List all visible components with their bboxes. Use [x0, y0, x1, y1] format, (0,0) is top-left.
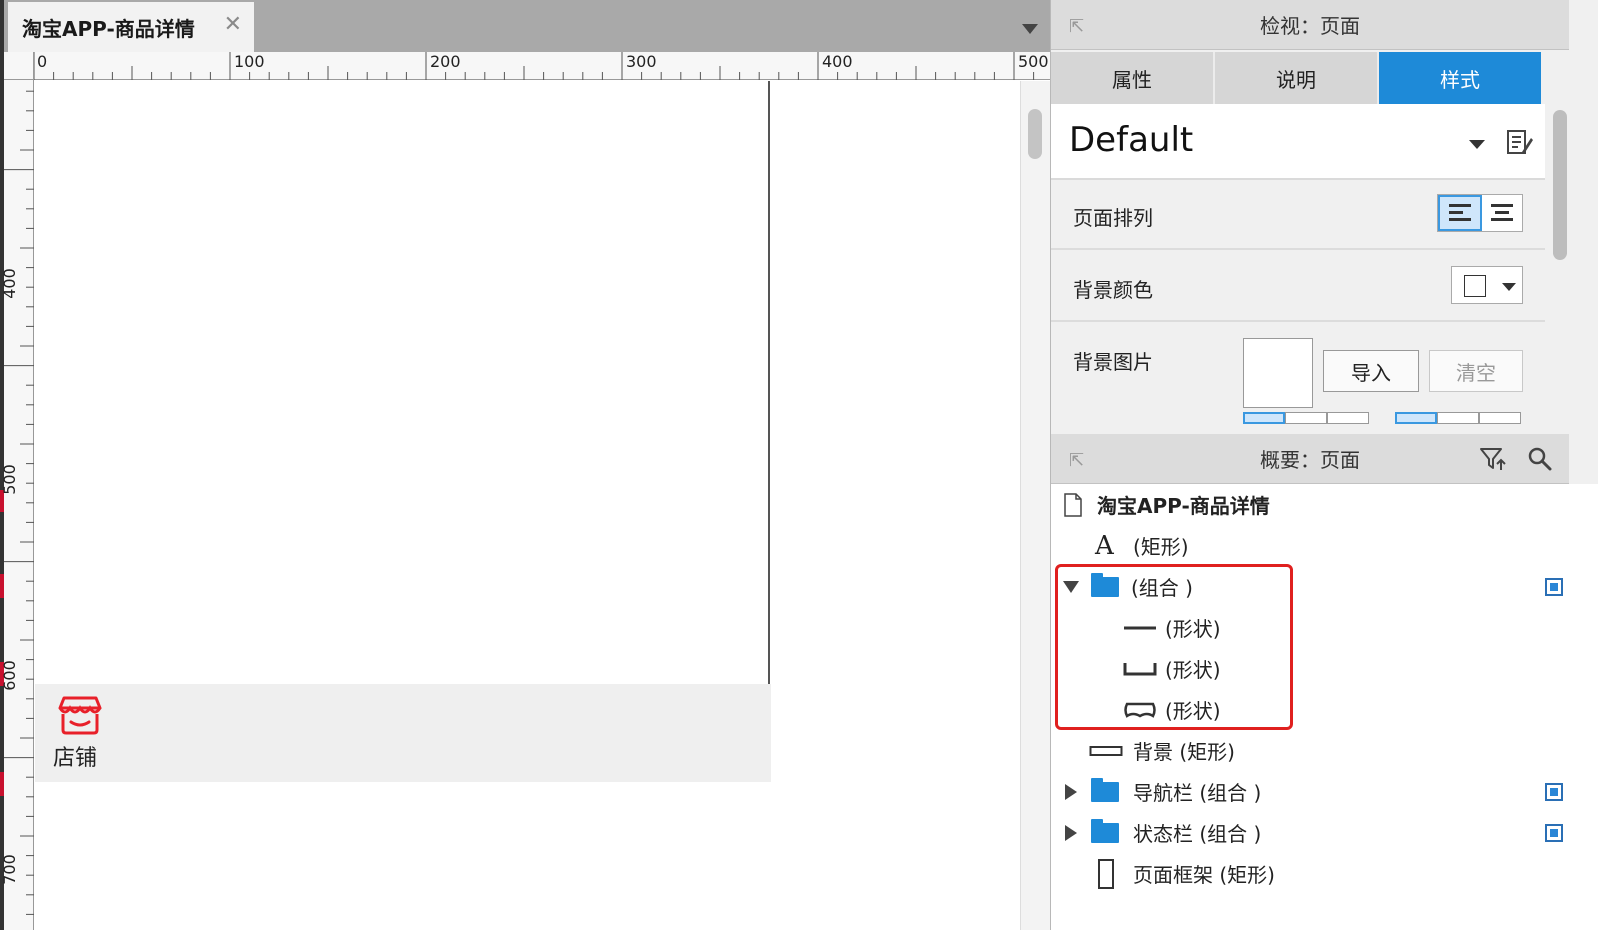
image-repeat-buttons: [1395, 412, 1521, 424]
tree-item-label: (矩形): [1133, 535, 1189, 559]
expand-toggle-icon[interactable]: [1065, 824, 1077, 841]
document-tab-title: 淘宝APP-商品详情: [22, 16, 195, 41]
filter-icon[interactable]: [1479, 446, 1507, 472]
text-icon: A: [1095, 530, 1114, 561]
color-swatch: [1464, 275, 1486, 297]
page-align-row: 页面排列: [1051, 180, 1545, 250]
import-button[interactable]: 导入: [1323, 350, 1419, 392]
panel-collapse-icon[interactable]: ⇱: [1069, 16, 1084, 37]
horizontal-ruler-ticks: [33, 52, 1035, 80]
tree-item-label: 导航栏 (组合 ): [1133, 781, 1262, 805]
outline-page-name: 淘宝APP-商品详情: [1097, 494, 1270, 518]
panel-collapse-icon[interactable]: ⇱: [1069, 450, 1084, 471]
ruler-label: 500: [0, 464, 19, 495]
close-tab-icon[interactable]: ✕: [224, 14, 242, 36]
selection-highlight: [1055, 564, 1293, 730]
page-align-label: 页面排列: [1073, 206, 1153, 230]
ruler-corner: [4, 52, 34, 80]
image-repeat-option[interactable]: [1479, 412, 1521, 424]
ruler-label: 400: [822, 52, 853, 71]
align-left-icon: [1449, 204, 1471, 221]
scrollbar-thumb[interactable]: [1553, 110, 1567, 260]
tab-style[interactable]: 样式: [1379, 52, 1541, 104]
ruler-label: 600: [0, 660, 19, 691]
ruler-label: 200: [430, 52, 461, 71]
tree-item[interactable]: A (矩形): [1051, 525, 1598, 566]
page-icon: [1064, 492, 1082, 517]
ruler-label: 700: [0, 854, 19, 885]
edit-style-icon[interactable]: [1505, 128, 1535, 158]
clear-button[interactable]: 清空: [1429, 350, 1523, 392]
bg-image-label: 背景图片: [1073, 350, 1153, 374]
page-width-guide: [768, 81, 770, 684]
ruler-label: 300: [626, 52, 657, 71]
tree-item[interactable]: 背景 (矩形): [1051, 730, 1598, 771]
store-icon: [58, 696, 102, 735]
rectangle-icon: [1089, 745, 1123, 756]
folder-icon: [1091, 777, 1119, 802]
document-tab[interactable]: 淘宝APP-商品详情 ✕: [8, 2, 254, 52]
bg-color-picker[interactable]: [1451, 266, 1523, 304]
tree-item-label: 页面框架 (矩形): [1133, 863, 1275, 887]
style-selector[interactable]: Default: [1051, 104, 1545, 180]
tree-item[interactable]: 页面框架 (矩形): [1051, 853, 1598, 894]
outline-toolbar: [1479, 446, 1553, 472]
outline-tree: 淘宝APP-商品详情 A (矩形) (组合 ) (形状) (形状) (形状) 背…: [1051, 484, 1598, 930]
align-left-button[interactable]: [1438, 195, 1482, 231]
align-center-button[interactable]: [1482, 195, 1522, 231]
image-align-option[interactable]: [1285, 412, 1327, 424]
scrollbar-thumb[interactable]: [1028, 109, 1042, 159]
tree-item-label: 背景 (矩形): [1133, 740, 1235, 764]
style-dropdown-icon[interactable]: [1469, 140, 1485, 149]
color-dropdown-icon: [1502, 283, 1516, 291]
shop-label: 店铺: [53, 746, 98, 771]
right-panel: ⇱ 检视：页面 属性 说明 样式 Default 页面排列 背景颜色 背景图片 …: [1050, 0, 1598, 930]
bg-color-row: 背景颜色: [1051, 250, 1545, 322]
visibility-toggle-icon[interactable]: [1545, 823, 1563, 842]
bg-image-preview: [1243, 338, 1313, 408]
tree-item-group[interactable]: 状态栏 (组合 ): [1051, 812, 1598, 853]
folder-icon: [1091, 818, 1119, 843]
outline-page-row[interactable]: 淘宝APP-商品详情: [1051, 484, 1598, 525]
tab-properties[interactable]: 属性: [1051, 52, 1215, 104]
visibility-toggle-icon[interactable]: [1545, 577, 1563, 596]
style-name: Default: [1069, 120, 1194, 160]
inspector-header: ⇱ 检视：页面: [1051, 0, 1569, 50]
page-align-buttons: [1437, 194, 1523, 232]
horizontal-ruler: 0 100 200 300 400 500: [4, 52, 1050, 80]
search-icon[interactable]: [1527, 446, 1553, 472]
outline-title: 概要：页面: [1260, 448, 1360, 472]
tab-menu-chevron-icon[interactable]: [1022, 24, 1038, 34]
inspector-scrollbar[interactable]: [1551, 104, 1569, 432]
tree-item-group[interactable]: 导航栏 (组合 ): [1051, 771, 1598, 812]
shop-bar-widget[interactable]: 店铺: [35, 684, 771, 782]
bg-color-label: 背景颜色: [1073, 278, 1153, 302]
outline-header: ⇱ 概要：页面: [1051, 434, 1569, 484]
ruler-label: 0: [37, 52, 48, 71]
image-align-option[interactable]: [1243, 412, 1285, 424]
image-align-option[interactable]: [1327, 412, 1369, 424]
inspector-tabs: 属性 说明 样式: [1051, 52, 1541, 104]
image-align-buttons: [1243, 412, 1369, 424]
rectangle-icon: [1098, 858, 1114, 889]
inspector-title: 检视：页面: [1260, 14, 1360, 38]
bg-image-row: 背景图片 导入 清空: [1051, 322, 1545, 432]
align-center-icon: [1491, 204, 1513, 221]
ruler-label: 400: [0, 268, 19, 299]
visibility-toggle-icon[interactable]: [1545, 782, 1563, 801]
tree-item-label: 状态栏 (组合 ): [1133, 822, 1262, 846]
document-tab-bar: 淘宝APP-商品详情 ✕: [4, 0, 1050, 52]
ruler-label: 500: [1018, 52, 1049, 71]
canvas-vertical-scrollbar[interactable]: [1020, 81, 1050, 930]
tab-notes[interactable]: 说明: [1215, 52, 1379, 104]
ruler-label: 100: [234, 52, 265, 71]
image-repeat-option[interactable]: [1395, 412, 1437, 424]
design-canvas[interactable]: [35, 81, 1020, 930]
expand-toggle-icon[interactable]: [1065, 783, 1077, 800]
image-repeat-option[interactable]: [1437, 412, 1479, 424]
vertical-ruler: 400 500 600 700: [0, 52, 34, 930]
